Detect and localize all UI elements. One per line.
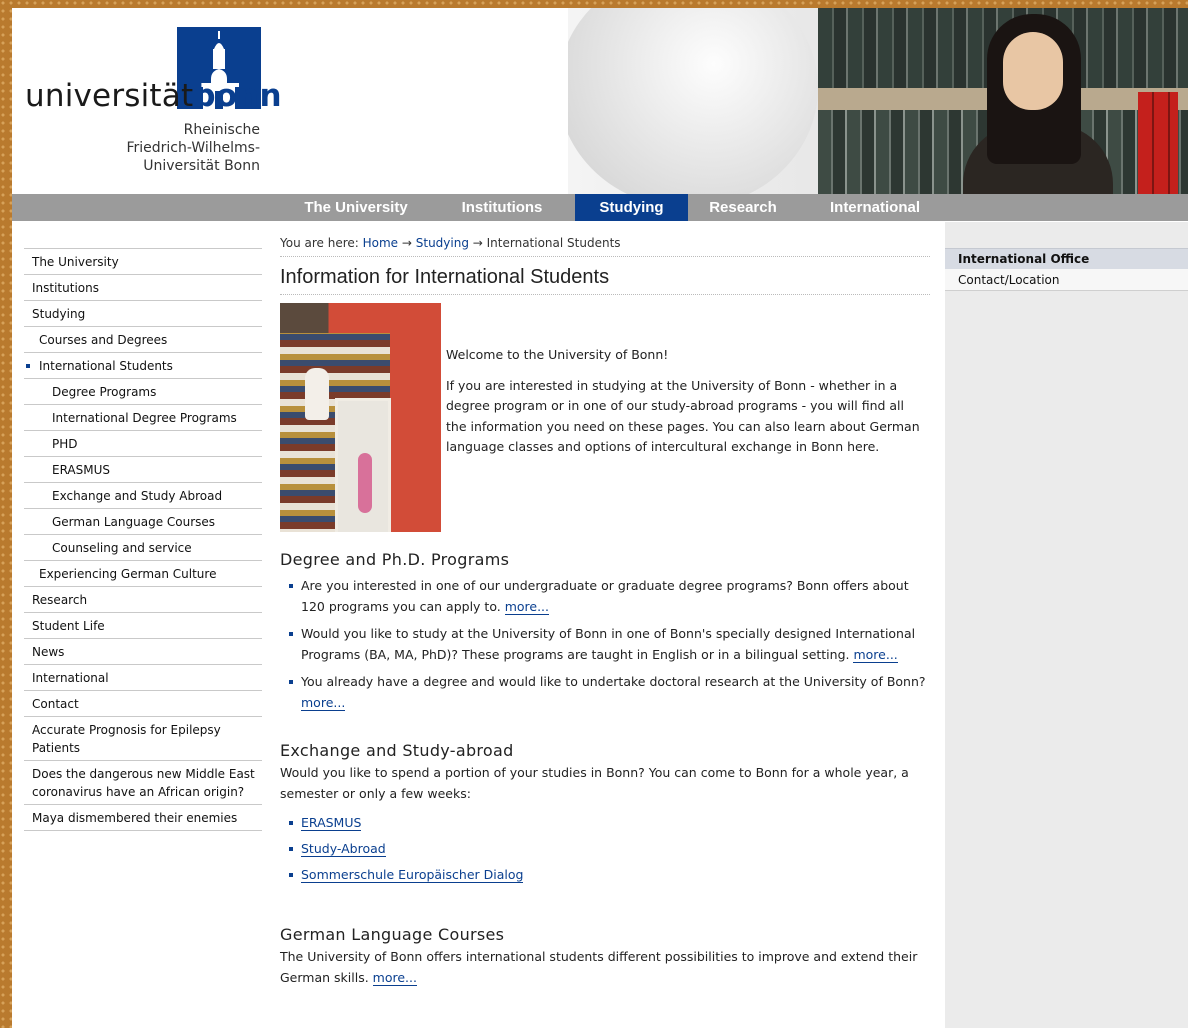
sidebar-item-exchange-and-study-abroad[interactable]: Exchange and Study Abroad	[24, 482, 262, 508]
logo-subtitle: Rheinische Friedrich-Wilhelms- Universit…	[126, 121, 260, 175]
logo-subtitle-line1: Rheinische	[183, 122, 260, 138]
more-link[interactable]: more...	[372, 970, 417, 986]
sidebar-item-international-degree-programs[interactable]: International Degree Programs	[24, 404, 262, 430]
breadcrumb-studying-link[interactable]: Studying	[416, 236, 469, 250]
sidebar-item-institutions[interactable]: Institutions	[24, 274, 262, 300]
list-item: ERASMUS	[280, 812, 930, 833]
breadcrumb-current: International Students	[486, 236, 621, 250]
list-item-text: Would you like to study at the Universit…	[301, 626, 916, 662]
sidebar-news-epilepsy[interactable]: Accurate Prognosis for Epilepsy Patients	[24, 716, 262, 760]
summer-school-link[interactable]: Sommerschule Europäischer Dialog	[301, 867, 524, 883]
exchange-heading: Exchange and Study-abroad	[280, 741, 514, 760]
intro-text: Welcome to the University of Bonn! If yo…	[446, 345, 926, 468]
student-photo	[963, 14, 1123, 194]
list-item: Study-Abroad	[280, 838, 930, 859]
nav-international[interactable]: International	[812, 194, 938, 221]
logo-subtitle-line2: Friedrich-Wilhelms-	[126, 140, 260, 156]
logo-wordmark: universitätbonn	[25, 78, 282, 114]
list-item: Would you like to study at the Universit…	[280, 623, 930, 665]
sidebar-item-counseling-and-service[interactable]: Counseling and service	[24, 534, 262, 560]
page-title: Information for International Students	[280, 266, 930, 295]
intro-paragraph: If you are interested in studying at the…	[446, 377, 920, 455]
study-abroad-link[interactable]: Study-Abroad	[301, 841, 386, 857]
sidebar-item-experiencing-german-culture[interactable]: Experiencing German Culture	[24, 560, 262, 586]
main-content: You are here: Home → Studying → Internat…	[280, 236, 930, 988]
breadcrumb-home-link[interactable]: Home	[363, 236, 398, 250]
german-courses-paragraph: The University of Bonn offers internatio…	[280, 946, 930, 988]
list-item: You already have a degree and would like…	[280, 671, 930, 713]
contact-location-link[interactable]: Contact/Location	[945, 269, 1188, 291]
logo-word-plain: universität	[25, 78, 194, 114]
breadcrumb-separator: →	[468, 236, 487, 250]
left-sidebar-menu: The University Institutions Studying Cou…	[24, 248, 262, 831]
international-office-link[interactable]: International Office	[945, 248, 1188, 269]
sidebar-item-the-university[interactable]: The University	[24, 248, 262, 274]
sidebar-item-studying[interactable]: Studying	[24, 300, 262, 326]
sidebar-item-student-life[interactable]: Student Life	[24, 612, 262, 638]
more-link[interactable]: more...	[853, 647, 898, 663]
logo-subtitle-line3: Universität Bonn	[143, 158, 260, 174]
more-link[interactable]: more...	[301, 695, 346, 711]
list-item: Are you interested in one of our undergr…	[280, 575, 930, 617]
more-link[interactable]: more...	[504, 599, 550, 615]
sidebar-item-news[interactable]: News	[24, 638, 262, 664]
degree-programs-list: Are you interested in one of our undergr…	[280, 575, 930, 713]
exchange-paragraph: Would you like to spend a portion of you…	[280, 765, 909, 801]
german-courses-heading: German Language Courses	[280, 925, 505, 944]
nav-institutions[interactable]: Institutions	[446, 194, 558, 221]
university-logo[interactable]: universitätbonn Rheinische Friedrich-Wil…	[12, 8, 282, 194]
sidebar-news-coronavirus[interactable]: Does the dangerous new Middle East coron…	[24, 760, 262, 804]
sidebar-item-label: International Students	[39, 359, 173, 373]
sidebar-item-degree-programs[interactable]: Degree Programs	[24, 378, 262, 404]
sidebar-item-phd[interactable]: PHD	[24, 430, 262, 456]
breadcrumb-separator: →	[398, 236, 416, 250]
logo-word-bold: bonn	[193, 78, 282, 114]
exchange-links-list: ERASMUS Study-Abroad Sommerschule Europä…	[280, 812, 930, 885]
intro-section: Welcome to the University of Bonn! If yo…	[280, 301, 930, 537]
nav-the-university[interactable]: The University	[294, 194, 418, 221]
sidebar-item-international[interactable]: International	[24, 664, 262, 690]
nav-research[interactable]: Research	[692, 194, 794, 221]
sidebar-item-international-students[interactable]: International Students	[24, 352, 262, 378]
sidebar-news-maya[interactable]: Maya dismembered their enemies	[24, 804, 262, 830]
breadcrumb-prefix: You are here:	[280, 236, 363, 250]
page: universitätbonn Rheinische Friedrich-Wil…	[12, 8, 1188, 1028]
welcome-text: Welcome to the University of Bonn!	[446, 347, 669, 362]
erasmus-link[interactable]: ERASMUS	[301, 815, 362, 831]
sidebar-item-contact[interactable]: Contact	[24, 690, 262, 716]
globe-graphic	[568, 8, 818, 194]
nav-studying[interactable]: Studying	[575, 194, 688, 221]
list-item-text: Are you interested in one of our undergr…	[301, 578, 909, 614]
list-item: Sommerschule Europäischer Dialog	[280, 864, 930, 885]
red-books-graphic	[1138, 92, 1178, 194]
sidebar-item-erasmus[interactable]: ERASMUS	[24, 456, 262, 482]
library-photo	[280, 303, 441, 532]
sidebar-item-research[interactable]: Research	[24, 586, 262, 612]
list-item-text: You already have a degree and would like…	[301, 674, 926, 689]
current-item-bullet-icon	[26, 364, 30, 368]
right-sidebar: International Office Contact/Location	[945, 222, 1188, 1028]
breadcrumb: You are here: Home → Studying → Internat…	[280, 236, 930, 257]
degree-programs-heading: Degree and Ph.D. Programs	[280, 550, 510, 569]
sidebar-item-courses-and-degrees[interactable]: Courses and Degrees	[24, 326, 262, 352]
header-banner-image	[568, 8, 1188, 194]
sidebar-item-german-language-courses[interactable]: German Language Courses	[24, 508, 262, 534]
main-navigation: The University Institutions Studying Res…	[12, 194, 1188, 221]
